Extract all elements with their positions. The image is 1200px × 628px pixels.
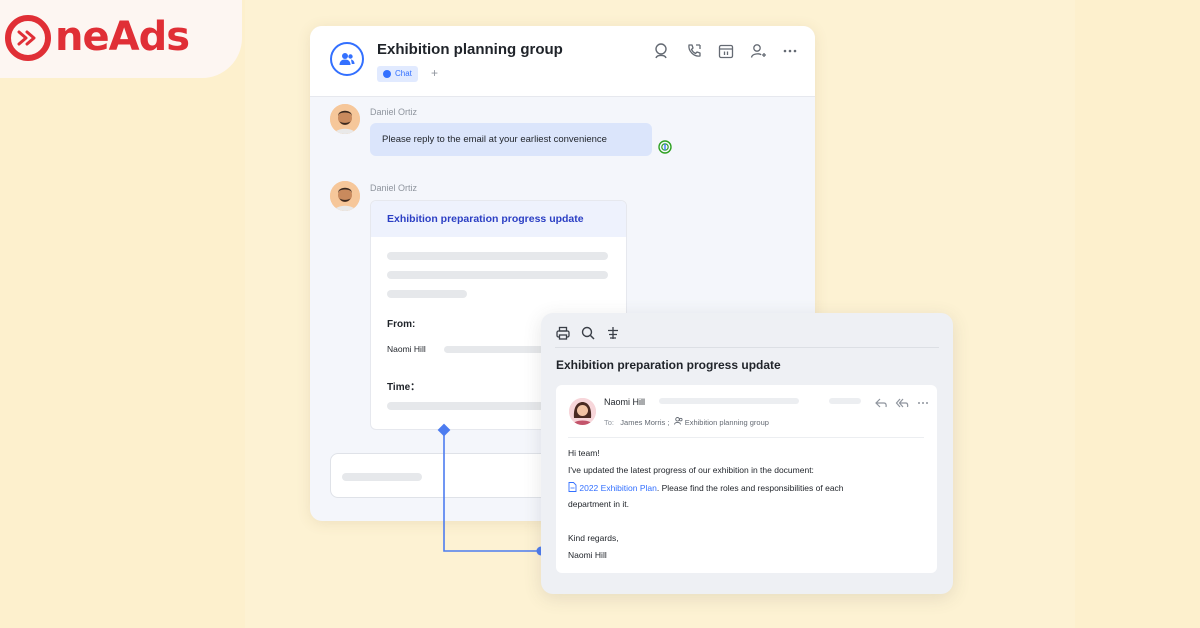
placeholder-line bbox=[829, 398, 861, 404]
avatar[interactable] bbox=[569, 398, 596, 425]
more-icon[interactable] bbox=[916, 396, 930, 410]
translate-icon[interactable] bbox=[605, 325, 621, 341]
reply-all-icon[interactable] bbox=[895, 396, 909, 410]
email-greeting: Hi team! bbox=[568, 448, 600, 458]
toolbar-divider bbox=[555, 347, 939, 348]
email-line: 2022 Exhibition Plan. Please find the ro… bbox=[568, 482, 844, 493]
email-subject: Exhibition preparation progress update bbox=[556, 358, 781, 372]
recipient-group[interactable]: Exhibition planning group bbox=[685, 418, 769, 427]
document-icon bbox=[568, 482, 577, 492]
email-window: Exhibition preparation progress update N… bbox=[541, 313, 953, 594]
email-line: I've updated the latest progress of our … bbox=[568, 465, 814, 475]
connector-diamond bbox=[437, 423, 451, 437]
to-label: To: bbox=[604, 418, 615, 427]
placeholder-line bbox=[659, 398, 799, 404]
group-icon bbox=[673, 417, 683, 425]
search-icon[interactable] bbox=[580, 325, 596, 341]
document-link[interactable]: 2022 Exhibition Plan bbox=[579, 483, 657, 493]
reply-icon[interactable] bbox=[874, 396, 888, 410]
email-separator bbox=[568, 437, 924, 438]
email-line: department in it. bbox=[568, 499, 629, 509]
email-closing: Kind regards, bbox=[568, 533, 619, 543]
banner-background: neAds Exhibition planning group Chat + D… bbox=[0, 0, 1200, 628]
print-icon[interactable] bbox=[555, 325, 571, 341]
recipients-line: To: James Morris ; Exhibition planning g… bbox=[604, 417, 769, 427]
sender-name: Naomi Hill bbox=[604, 397, 646, 407]
recipient[interactable]: James Morris ; bbox=[620, 418, 669, 427]
email-line-rest: . Please find the roles and responsibili… bbox=[656, 483, 844, 493]
email-signature: Naomi Hill bbox=[568, 550, 607, 560]
email-message: Naomi Hill To: James Morris ; Exhibition… bbox=[556, 385, 937, 573]
